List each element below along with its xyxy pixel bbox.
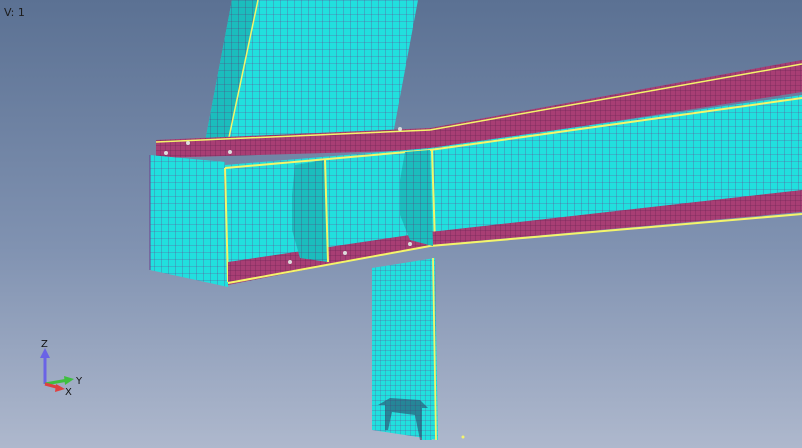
axis-y-label: Y — [75, 376, 83, 387]
inclined-column[interactable] — [205, 0, 418, 143]
end-plate[interactable] — [149, 155, 228, 287]
axis-triad: Z Y X — [40, 339, 83, 398]
mesh-scene[interactable]: Z Y X — [0, 0, 802, 448]
stiffener-1[interactable] — [292, 159, 329, 263]
axis-z-label: Z — [41, 339, 48, 350]
3d-viewport[interactable]: V: 1 Z Y X — [0, 0, 802, 448]
pivot-marker — [461, 435, 465, 439]
lower-post[interactable] — [372, 257, 438, 441]
axis-x-label: X — [65, 387, 72, 398]
